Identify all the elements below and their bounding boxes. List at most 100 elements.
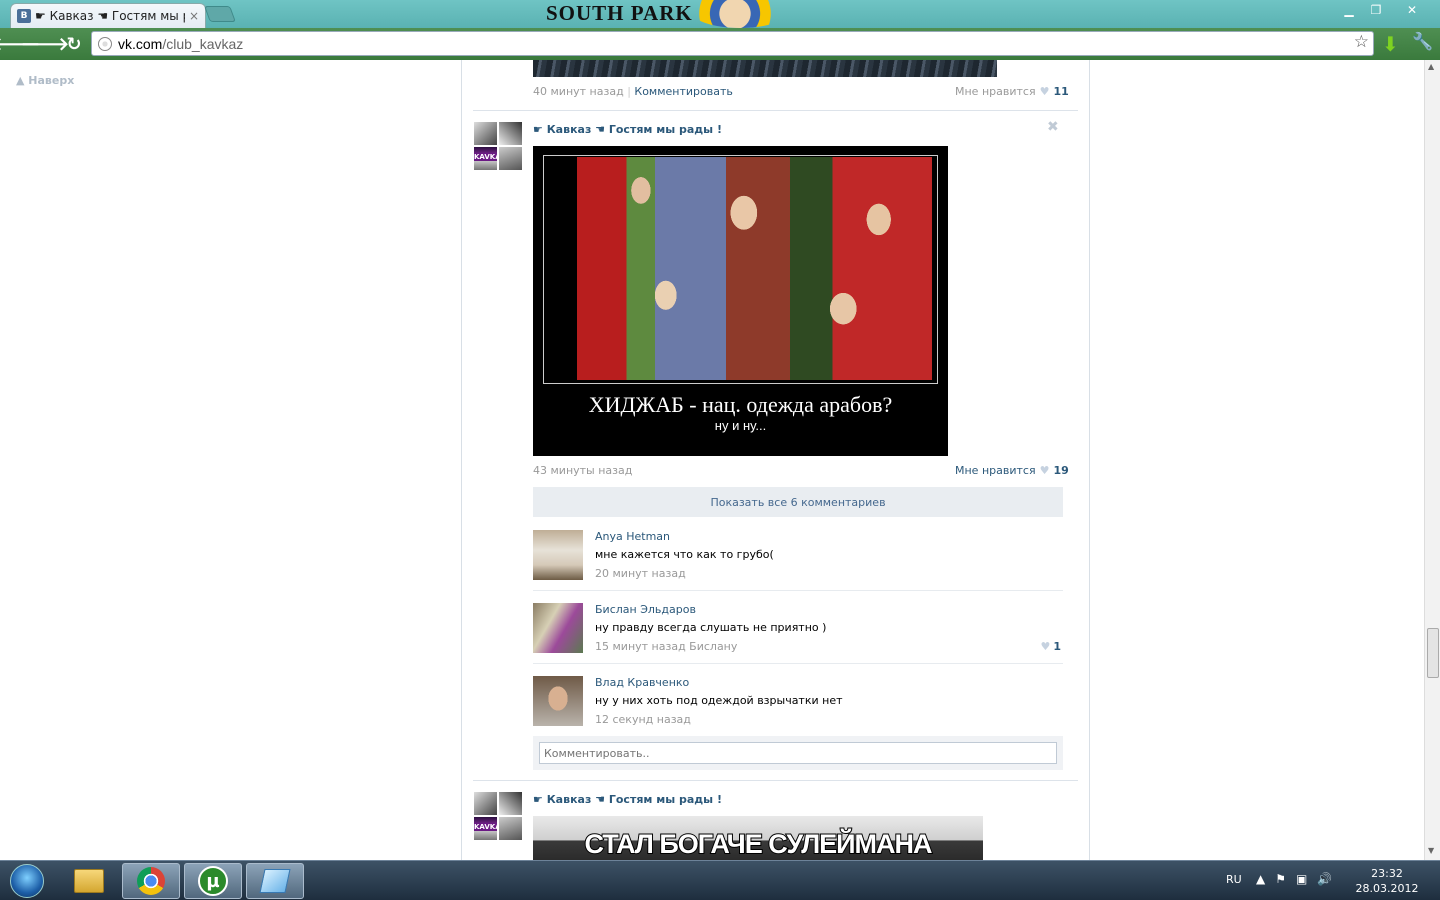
scroll-up-icon[interactable]: ▲ [1428,62,1434,71]
avatar[interactable] [533,530,583,580]
scroll-down-icon[interactable]: ▼ [1428,846,1434,855]
avatar-tile [498,121,523,146]
post-image-subcaption: ну и ну... [714,418,767,433]
avatar[interactable] [533,603,583,653]
previous-post-time[interactable]: 40 минут назад [533,85,624,98]
post-like-button[interactable]: Мне нравится ♥ 19 [955,464,1069,477]
previous-post-meta: 40 минут назад | Комментировать [533,85,733,98]
next-post-image[interactable]: СТАЛ БОГАЧЕ СУЛЕЙМАНА КЕРИМОВА [533,816,983,860]
address-bar[interactable]: vk.com/club_kavkaz ☆ [91,31,1374,56]
show-hidden-icons-icon[interactable]: ▲ [1256,872,1265,886]
avatar-tile [498,146,523,171]
reload-button[interactable]: ↻ [61,31,87,57]
new-tab-button[interactable] [204,6,236,22]
theme-banner-title: SOUTH PARK [546,1,693,25]
previous-post-image[interactable] [533,60,997,77]
start-button[interactable] [4,861,50,900]
comment-text: ну у них хоть под одеждой взрычатки нет [595,694,843,707]
group-avatar[interactable]: KAVKAZ [473,121,523,171]
comment-time[interactable]: 15 минут назад Бислану [595,640,737,653]
bookmark-star-icon[interactable]: ☆ [1354,32,1369,52]
url-path: /club_kavkaz [162,35,244,52]
post-divider [473,780,1078,781]
previous-post-like-label: Мне нравится [955,85,1036,98]
comment-time[interactable]: 12 секунд назад [595,713,691,726]
comment-like-count: 1 [1053,640,1061,653]
theme-banner: SOUTH PARK [540,0,792,28]
avatar-label: KAVKAZ [474,823,506,831]
comment-divider [533,590,1063,591]
taskbar-utorrent[interactable]: µ [184,863,242,899]
url-host: vk.com [118,35,163,52]
show-all-comments-button[interactable]: Показать все 6 комментариев [533,487,1063,517]
comment-input[interactable] [539,742,1057,764]
window-controls: ▁ ❐ ✕ [1336,1,1434,18]
previous-post-like-button[interactable]: Мне нравится ♥ 11 [955,85,1069,98]
folder-icon [74,869,104,893]
comment: Anya Hetman мне кажется что как то грубо… [533,530,1063,592]
page-scrollbar[interactable]: ▲ ▼ [1424,60,1440,860]
previous-post-like-count: 11 [1053,85,1069,98]
heart-icon: ♥ [1039,85,1050,98]
avatar-tile [498,791,523,816]
post-divider [473,110,1078,111]
next-post-author-link[interactable]: ☛ Кавказ ☚ Гостям мы рады ! [533,793,722,806]
title-bar: В ☛ Кавказ ☚ Гостям мы рад × SOUTH PARK … [0,0,1440,28]
utorrent-icon: µ [198,866,228,896]
tab-title: ☛ Кавказ ☚ Гостям мы рад [35,9,185,23]
action-center-flag-icon[interactable]: ⚑ [1275,872,1286,886]
reply-box [533,736,1063,770]
delete-post-icon[interactable]: ✖ [1047,119,1059,135]
language-indicator[interactable]: RU [1226,873,1242,886]
post-like-count: 19 [1053,464,1069,477]
browser-tab[interactable]: В ☛ Кавказ ☚ Гостям мы рад × [10,3,206,28]
previous-post-comment-link[interactable]: Комментировать [634,85,732,98]
chrome-icon [137,867,165,895]
comment-author-link[interactable]: Anya Hetman [595,530,670,543]
theme-character-image [690,0,790,28]
maximize-button[interactable]: ❐ [1363,1,1389,18]
note-app-icon [259,869,291,893]
avatar-label: KAVKAZ [474,153,506,161]
browser-toolbar: 🡐 🡒 ↻ vk.com/club_kavkaz ☆ ⬇ 🔧 [0,28,1440,60]
avatar-tile [473,791,498,816]
comment: Влад Кравченко ну у них хоть под одеждой… [533,676,1063,738]
post-time[interactable]: 43 минуты назад [533,464,632,477]
post-image[interactable]: ХИДЖАБ - нац. одежда арабов? ну и ну... [533,146,948,456]
close-window-button[interactable]: ✕ [1390,1,1434,18]
to-top-link[interactable]: ▲ Наверх [16,74,74,87]
avatar-tile [498,816,523,841]
post-image-caption: ХИДЖАБ - нац. одежда арабов? [588,392,893,417]
url-text: vk.com/club_kavkaz [118,36,243,52]
comment-like-button[interactable]: ♥ 1 [1040,640,1061,653]
clock[interactable]: 23:32 28.03.2012 [1352,866,1422,896]
comment-author-link[interactable]: Бислан Эльдаров [595,603,696,616]
minimize-button[interactable]: ▁ [1336,1,1362,18]
comment: Бислан Эльдаров ну правду всегда слушать… [533,603,1063,665]
tab-close-icon[interactable]: × [189,9,199,23]
avatar[interactable] [533,676,583,726]
volume-icon[interactable]: 🔊 [1317,872,1332,886]
forward-button[interactable]: 🡒 [21,31,69,57]
download-icon[interactable]: ⬇ [1382,32,1399,56]
taskbar-explorer[interactable] [60,863,118,899]
avatar-tile: KAVKAZ [473,816,506,841]
windows-logo-icon [10,864,44,898]
windows-taskbar: µ RU ▲ ⚑ ▣ 🔊 23:32 28.03.2012 [0,860,1440,900]
wrench-menu-icon[interactable]: 🔧 [1412,32,1433,52]
comment-divider [533,663,1063,664]
taskbar-notepad[interactable] [246,863,304,899]
taskbar-chrome[interactable] [122,863,180,899]
scroll-thumb[interactable] [1427,628,1439,678]
network-icon[interactable]: ▣ [1296,872,1307,886]
next-post-image-text: СТАЛ БОГАЧЕ СУЛЕЙМАНА КЕРИМОВА [583,828,933,860]
avatar-tile: KAVKAZ [473,146,506,171]
group-avatar[interactable]: KAVKAZ [473,791,523,841]
post-like-label: Мне нравится [955,464,1036,477]
comment-time[interactable]: 20 минут назад [595,567,686,580]
post-author-link[interactable]: ☛ Кавказ ☚ Гостям мы рады ! [533,123,722,136]
comment-author-link[interactable]: Влад Кравченко [595,676,689,689]
clock-date: 28.03.2012 [1355,882,1419,895]
comment-text: ну правду всегда слушать не приятно ) [595,621,827,634]
comment-text: мне кажется что как то грубо( [595,548,774,561]
